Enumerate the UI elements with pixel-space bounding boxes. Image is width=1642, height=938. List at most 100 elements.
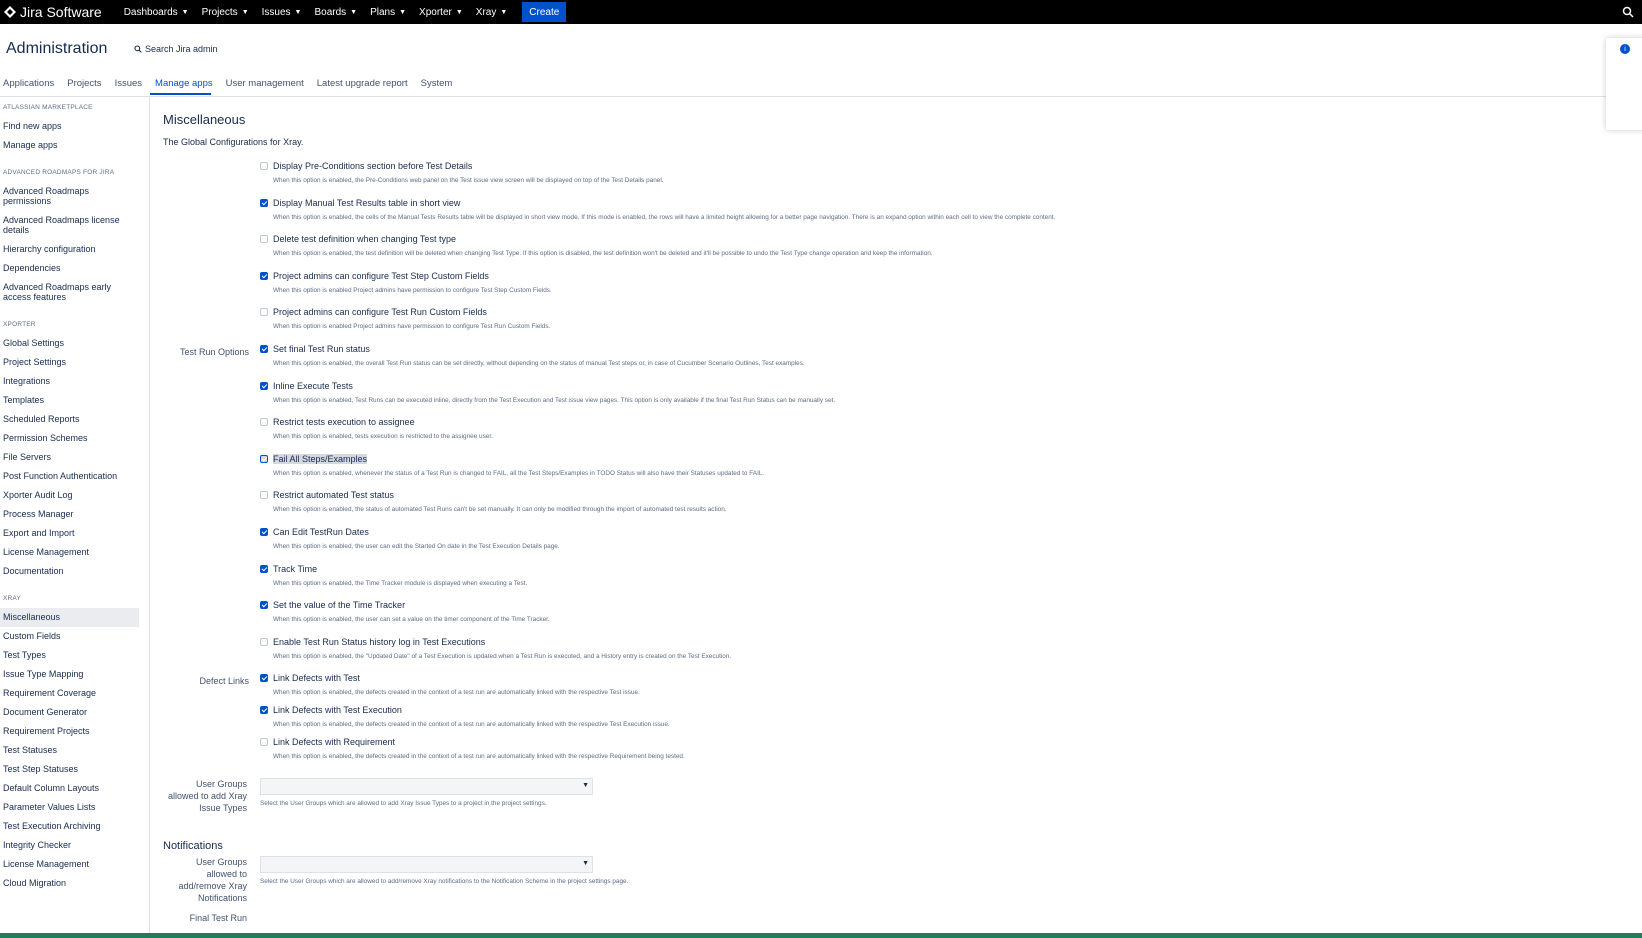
sidebar-item-advanced-roadmaps-early-access-features[interactable]: Advanced Roadmaps early access features xyxy=(0,278,139,307)
sidebar-item-miscellaneous[interactable]: Miscellaneous xyxy=(0,608,139,627)
tab-manage-apps[interactable]: Manage apps xyxy=(155,78,213,89)
sidebar-item-test-execution-archiving[interactable]: Test Execution Archiving xyxy=(0,817,139,836)
create-button[interactable]: Create xyxy=(522,2,567,22)
sidebar-item-xporter-audit-log[interactable]: Xporter Audit Log xyxy=(0,486,139,505)
checkbox-unchecked[interactable] xyxy=(260,637,268,646)
option-checkbox-row[interactable]: Inline Execute Tests xyxy=(260,381,353,391)
user-groups-select[interactable]: ▼ xyxy=(260,778,593,795)
sidebar-item-license-management[interactable]: License Management xyxy=(0,543,139,562)
sidebar-item-find-new-apps[interactable]: Find new apps xyxy=(0,117,139,136)
checkbox-unchecked[interactable] xyxy=(260,738,268,747)
option-checkbox-row[interactable]: Can Edit TestRun Dates xyxy=(260,527,369,537)
sidebar-item-permission-schemes[interactable]: Permission Schemes xyxy=(0,429,139,448)
checkbox-checked[interactable] xyxy=(260,271,268,280)
sidebar-item-cloud-migration[interactable]: Cloud Migration xyxy=(0,874,139,893)
sidebar-item-hierarchy-configuration[interactable]: Hierarchy configuration xyxy=(0,240,139,259)
sidebar-item-license-management[interactable]: License Management xyxy=(0,855,139,874)
sidebar-item-dependencies[interactable]: Dependencies xyxy=(0,259,139,278)
sidebar-item-process-manager[interactable]: Process Manager xyxy=(0,505,139,524)
sidebar-item-integrations[interactable]: Integrations xyxy=(0,372,139,391)
sidebar-item-global-settings[interactable]: Global Settings xyxy=(0,334,139,353)
sidebar-item-advanced-roadmaps-license-details[interactable]: Advanced Roadmaps license details xyxy=(0,211,139,240)
sidebar-item-documentation[interactable]: Documentation xyxy=(0,562,139,581)
checkbox-checked[interactable] xyxy=(260,454,268,463)
nav-label: Plans xyxy=(370,6,396,18)
option-label: Link Defects with Requirement xyxy=(273,737,396,748)
bottom-strip xyxy=(0,933,1642,938)
nav-xporter[interactable]: Xporter ▼ xyxy=(419,7,463,18)
option-checkbox-row[interactable]: Link Defects with Test Execution xyxy=(260,705,402,715)
checkbox-checked[interactable] xyxy=(260,601,268,610)
nav-boards[interactable]: Boards ▼ xyxy=(314,7,357,18)
page-title: Administration xyxy=(6,40,108,57)
option-checkbox-row[interactable]: Enable Test Run Status history log in Te… xyxy=(260,637,485,647)
tab-user-management[interactable]: User management xyxy=(226,78,304,89)
checkbox-checked[interactable] xyxy=(260,674,268,683)
sidebar-item-integrity-checker[interactable]: Integrity Checker xyxy=(0,836,139,855)
sidebar-item-default-column-layouts[interactable]: Default Column Layouts xyxy=(0,779,139,798)
sidebar-item-scheduled-reports[interactable]: Scheduled Reports xyxy=(0,410,139,429)
checkbox-checked[interactable] xyxy=(260,528,268,536)
option-checkbox-row[interactable]: Display Pre-Conditions section before Te… xyxy=(260,161,472,171)
sidebar-item-issue-type-mapping[interactable]: Issue Type Mapping xyxy=(0,665,139,684)
checkbox-checked[interactable] xyxy=(260,564,268,573)
option-checkbox-row[interactable]: Restrict automated Test status xyxy=(260,490,394,500)
checkbox-unchecked[interactable] xyxy=(260,308,268,317)
option-checkbox-row[interactable]: Fail All Steps/Examples xyxy=(260,453,368,464)
sidebar-item-requirement-coverage[interactable]: Requirement Coverage xyxy=(0,684,139,703)
sidebar-item-test-statuses[interactable]: Test Statuses xyxy=(0,741,139,760)
jira-logo[interactable]: Jira Software xyxy=(4,4,102,20)
sidebar-item-post-function-authentication[interactable]: Post Function Authentication xyxy=(0,467,139,486)
sidebar-item-test-step-statuses[interactable]: Test Step Statuses xyxy=(0,760,139,779)
option-checkbox-row[interactable]: Project admins can configure Test Run Cu… xyxy=(260,307,487,317)
option-checkbox-row[interactable]: Track Time xyxy=(260,564,317,574)
option-label: Link Defects with Test xyxy=(273,673,360,684)
search-icon[interactable] xyxy=(1622,6,1634,18)
tab-latest-upgrade-report[interactable]: Latest upgrade report xyxy=(317,78,408,89)
nav-plans[interactable]: Plans ▼ xyxy=(370,7,406,18)
tab-system[interactable]: System xyxy=(421,78,453,89)
sidebar-item-project-settings[interactable]: Project Settings xyxy=(0,353,139,372)
admin-search[interactable]: Search Jira admin xyxy=(134,44,218,54)
checkbox-unchecked[interactable] xyxy=(260,491,268,500)
checkbox-unchecked[interactable] xyxy=(260,418,268,427)
option-checkbox-row[interactable]: Project admins can configure Test Step C… xyxy=(260,271,489,281)
checkbox-checked[interactable] xyxy=(260,198,268,207)
option-checkbox-row[interactable]: Set final Test Run status xyxy=(260,344,370,354)
final-test-run-label: Final Test Run xyxy=(189,913,247,923)
sidebar-item-test-types[interactable]: Test Types xyxy=(0,646,139,665)
sidebar-item-requirement-projects[interactable]: Requirement Projects xyxy=(0,722,139,741)
option-checkbox-row[interactable]: Restrict tests execution to assignee xyxy=(260,417,415,427)
checkbox-unchecked[interactable] xyxy=(260,235,268,244)
info-flag[interactable]: i xyxy=(1606,38,1642,130)
sidebar-item-advanced-roadmaps-permissions[interactable]: Advanced Roadmaps permissions xyxy=(0,182,139,211)
option-label: Fail All Steps/Examples xyxy=(273,453,368,464)
notifications-groups-select[interactable]: ▼ xyxy=(260,856,593,873)
tab-applications[interactable]: Applications xyxy=(3,78,54,89)
tab-projects[interactable]: Projects xyxy=(67,78,101,89)
sidebar-item-custom-fields[interactable]: Custom Fields xyxy=(0,627,139,646)
nav-projects[interactable]: Projects ▼ xyxy=(202,7,249,18)
sidebar-item-document-generator[interactable]: Document Generator xyxy=(0,703,139,722)
option-description: When this option is enabled, Test Runs c… xyxy=(273,396,836,404)
tab-issues[interactable]: Issues xyxy=(115,78,142,89)
sidebar-item-export-and-import[interactable]: Export and Import xyxy=(0,524,139,543)
nav-issues[interactable]: Issues ▼ xyxy=(262,7,302,18)
checkbox-checked[interactable] xyxy=(260,706,268,715)
chevron-down-icon: ▼ xyxy=(582,782,589,789)
option-checkbox-row[interactable]: Set the value of the Time Tracker xyxy=(260,600,405,610)
sidebar-item-manage-apps[interactable]: Manage apps xyxy=(0,136,139,155)
checkbox-checked[interactable] xyxy=(260,381,268,390)
option-checkbox-row[interactable]: Link Defects with Requirement xyxy=(260,737,395,747)
checkbox-checked[interactable] xyxy=(260,345,268,353)
option-checkbox-row[interactable]: Delete test definition when changing Tes… xyxy=(260,234,456,244)
nav-xray[interactable]: Xray ▼ xyxy=(476,7,508,18)
sidebar-item-file-servers[interactable]: File Servers xyxy=(0,448,139,467)
option-checkbox-row[interactable]: Link Defects with Test xyxy=(260,673,360,683)
chevron-down-icon: ▼ xyxy=(294,8,302,16)
checkbox-unchecked[interactable] xyxy=(260,162,268,170)
sidebar-item-parameter-values-lists[interactable]: Parameter Values Lists xyxy=(0,798,139,817)
option-checkbox-row[interactable]: Display Manual Test Results table in sho… xyxy=(260,198,460,208)
sidebar-item-templates[interactable]: Templates xyxy=(0,391,139,410)
nav-dashboards[interactable]: Dashboards ▼ xyxy=(124,7,189,18)
